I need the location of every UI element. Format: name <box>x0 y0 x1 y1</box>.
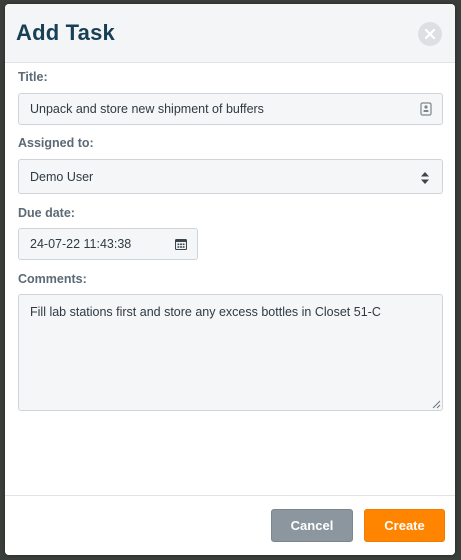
calendar-icon[interactable] <box>175 238 187 250</box>
comments-value: Fill lab stations first and store any ex… <box>30 305 381 319</box>
dialog-header: Add Task <box>5 4 455 63</box>
add-task-dialog: Add Task Title: Unpack and store new shi… <box>5 4 455 555</box>
comments-label: Comments: <box>18 272 87 286</box>
close-icon <box>424 28 436 40</box>
cancel-button[interactable]: Cancel <box>271 509 353 542</box>
sort-arrows-icon <box>421 172 429 184</box>
comments-textarea[interactable]: Fill lab stations first and store any ex… <box>18 294 443 411</box>
dialog-footer: Cancel Create <box>5 495 455 555</box>
dialog-title: Add Task <box>16 20 115 45</box>
due-date-input[interactable]: 24-07-22 11:43:38 <box>18 228 198 260</box>
close-button[interactable] <box>418 22 442 46</box>
due-date-label: Due date: <box>18 206 75 220</box>
title-input[interactable]: Unpack and store new shipment of buffers <box>18 93 443 125</box>
title-label: Title: <box>18 70 48 84</box>
assigned-select[interactable]: Demo User <box>18 159 443 194</box>
due-date-value: 24-07-22 11:43:38 <box>30 237 132 251</box>
resize-grip-icon[interactable] <box>432 400 441 409</box>
assigned-label: Assigned to: <box>18 136 94 150</box>
assigned-select-value: Demo User <box>30 169 94 184</box>
title-input-value: Unpack and store new shipment of buffers <box>30 102 264 116</box>
create-button[interactable]: Create <box>364 509 445 542</box>
contact-card-icon <box>420 102 432 116</box>
